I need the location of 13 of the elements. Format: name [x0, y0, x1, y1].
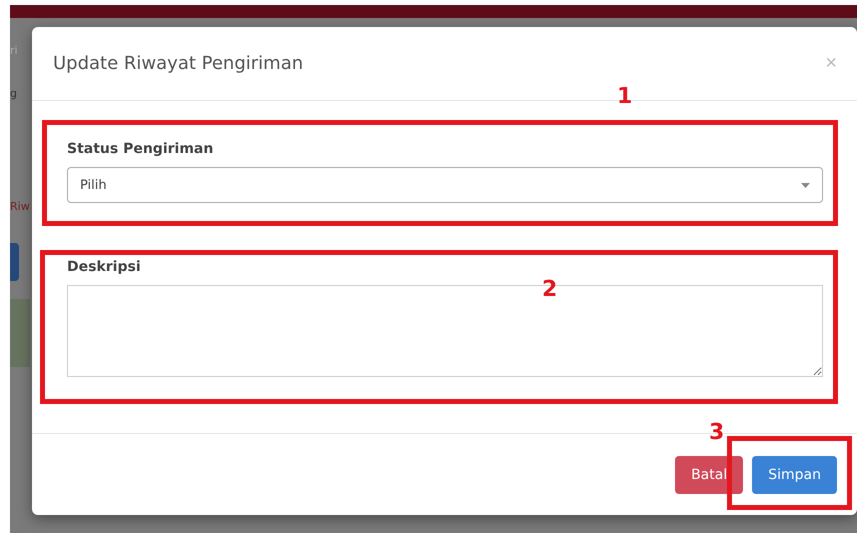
cancel-button[interactable]: Batal	[675, 456, 744, 494]
save-button[interactable]: Simpan	[752, 456, 837, 494]
background-text: g	[10, 87, 17, 100]
step-number: 1	[617, 84, 632, 109]
field-label: Status Pengiriman	[67, 141, 214, 157]
background-text: Riw	[10, 200, 30, 213]
step-number: 2	[542, 277, 558, 302]
step-number: 3	[709, 420, 724, 445]
dialog-title: Update Riwayat Pengiriman	[53, 53, 304, 74]
status-dropdown[interactable]: Pilih	[67, 167, 823, 203]
field-label: Deskripsi	[67, 259, 142, 275]
caret-icon	[801, 182, 810, 188]
background-panel	[10, 299, 30, 367]
